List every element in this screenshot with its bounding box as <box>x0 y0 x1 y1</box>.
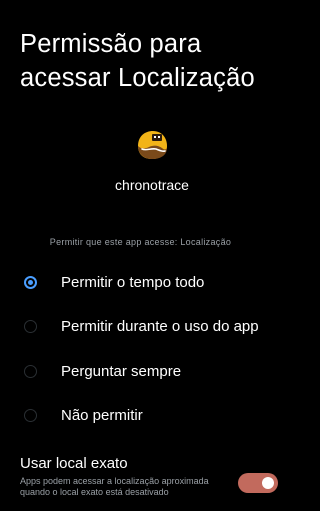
radio-unselected-icon[interactable] <box>24 409 37 422</box>
radio-selected-icon[interactable] <box>24 276 37 289</box>
radio-unselected-icon[interactable] <box>24 320 37 333</box>
app-name: chronotrace <box>115 177 189 193</box>
precise-location-description: Apps podem acessar a localização aproxim… <box>20 476 209 497</box>
option-label: Não permitir <box>61 407 143 424</box>
option-allow-all-the-time[interactable]: Permitir o tempo todo <box>0 266 281 300</box>
option-label: Permitir durante o uso do app <box>61 318 259 335</box>
chronotrace-app-icon <box>138 131 167 159</box>
precise-location-toggle[interactable] <box>238 473 278 493</box>
option-label: Perguntar sempre <box>61 363 182 380</box>
permission-prompt: Permitir que este app acesse: Localizaçã… <box>49 237 232 247</box>
precise-location-title: Usar local exato <box>20 455 128 472</box>
option-deny[interactable]: Não permitir <box>0 399 281 433</box>
page-title: Permissão para acessar Localização <box>20 30 255 92</box>
radio-unselected-icon[interactable] <box>24 365 37 378</box>
option-label: Permitir o tempo todo <box>61 274 205 291</box>
permission-screen: Permissão para acessar Localização chron… <box>0 0 281 511</box>
toggle-thumb <box>262 477 274 489</box>
option-allow-while-using[interactable]: Permitir durante o uso do app <box>0 310 281 344</box>
option-ask-every-time[interactable]: Perguntar sempre <box>0 355 281 389</box>
